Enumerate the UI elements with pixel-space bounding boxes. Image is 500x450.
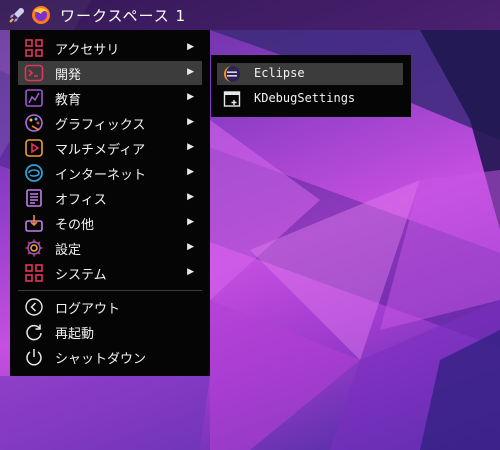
menu-item-logout[interactable]: ログアウト xyxy=(18,295,202,319)
document-icon xyxy=(26,189,42,207)
palette-icon xyxy=(25,114,43,132)
education-chart-icon xyxy=(25,89,43,107)
menu-item-shutdown[interactable]: シャットダウン xyxy=(18,345,202,369)
submenu-arrow-icon: ▶ xyxy=(187,267,194,277)
development-submenu: Eclipse KDebugSettings xyxy=(211,55,411,117)
menu-item-label: マルチメディア xyxy=(55,143,146,158)
submenu-arrow-icon: ▶ xyxy=(187,242,194,252)
menu-item-internet[interactable]: インターネット ▶ xyxy=(18,161,202,185)
menu-item-settings[interactable]: 設定 ▶ xyxy=(18,236,202,260)
menu-item-label: その他 xyxy=(55,218,95,233)
window-icon xyxy=(223,91,241,107)
logout-icon xyxy=(25,298,43,316)
menu-item-label: オフィス xyxy=(55,193,107,208)
submenu-item-kdebugsettings[interactable]: KDebugSettings xyxy=(217,88,403,110)
accessories-grid-icon xyxy=(25,39,43,57)
submenu-arrow-icon: ▶ xyxy=(187,42,194,52)
menu-item-label: シャットダウン xyxy=(55,352,147,367)
menu-item-label: システム xyxy=(55,268,107,283)
menu-separator xyxy=(18,290,202,291)
submenu-arrow-icon: ▶ xyxy=(187,92,194,102)
menu-item-accessories[interactable]: アクセサリ ▶ xyxy=(18,36,202,60)
menu-item-label: 教育 xyxy=(55,93,82,108)
terminal-icon xyxy=(24,64,44,82)
menu-item-system[interactable]: システム ▶ xyxy=(18,261,202,285)
system-grid-icon xyxy=(25,264,43,282)
menu-item-multimedia[interactable]: マルチメディア ▶ xyxy=(18,136,202,160)
application-menu: アクセサリ ▶ 開発 ▶ 教育 ▶ グラフィックス ▶ マルチメディア ▶ イン… xyxy=(10,30,210,376)
gear-icon xyxy=(25,239,43,257)
firefox-icon[interactable] xyxy=(30,4,52,26)
submenu-item-label: Eclipse xyxy=(254,66,305,80)
restart-icon xyxy=(26,324,42,341)
submenu-arrow-icon: ▶ xyxy=(187,217,194,227)
power-icon xyxy=(26,349,42,366)
package-icon xyxy=(25,215,43,232)
menu-item-education[interactable]: 教育 ▶ xyxy=(18,86,202,110)
play-icon xyxy=(25,139,43,157)
menu-item-label: インターネット xyxy=(55,168,147,183)
rocket-icon[interactable] xyxy=(6,4,28,26)
menu-item-label: 設定 xyxy=(55,243,82,258)
menu-item-label: 再起動 xyxy=(55,327,95,342)
submenu-arrow-icon: ▶ xyxy=(187,192,194,202)
submenu-arrow-icon: ▶ xyxy=(187,167,194,177)
menu-item-label: 開発 xyxy=(55,68,82,83)
submenu-arrow-icon: ▶ xyxy=(187,142,194,152)
menu-item-label: ログアウト xyxy=(55,302,121,317)
submenu-arrow-icon: ▶ xyxy=(187,67,194,77)
menu-item-label: アクセサリ xyxy=(55,43,120,58)
menu-item-development[interactable]: 開発 ▶ xyxy=(18,61,202,85)
menu-item-graphics[interactable]: グラフィックス ▶ xyxy=(18,111,202,135)
internet-icon xyxy=(25,164,43,182)
top-panel: ワークスペース 1 xyxy=(0,0,500,30)
submenu-arrow-icon: ▶ xyxy=(187,117,194,127)
menu-item-other[interactable]: その他 ▶ xyxy=(18,211,202,235)
menu-item-label: グラフィックス xyxy=(55,118,146,133)
submenu-item-label: KDebugSettings xyxy=(254,91,356,105)
menu-item-restart[interactable]: 再起動 xyxy=(18,320,202,344)
submenu-item-eclipse[interactable]: Eclipse xyxy=(217,63,403,85)
workspace-label[interactable]: ワークスペース 1 xyxy=(60,5,186,26)
eclipse-icon xyxy=(224,66,240,82)
menu-item-office[interactable]: オフィス ▶ xyxy=(18,186,202,210)
